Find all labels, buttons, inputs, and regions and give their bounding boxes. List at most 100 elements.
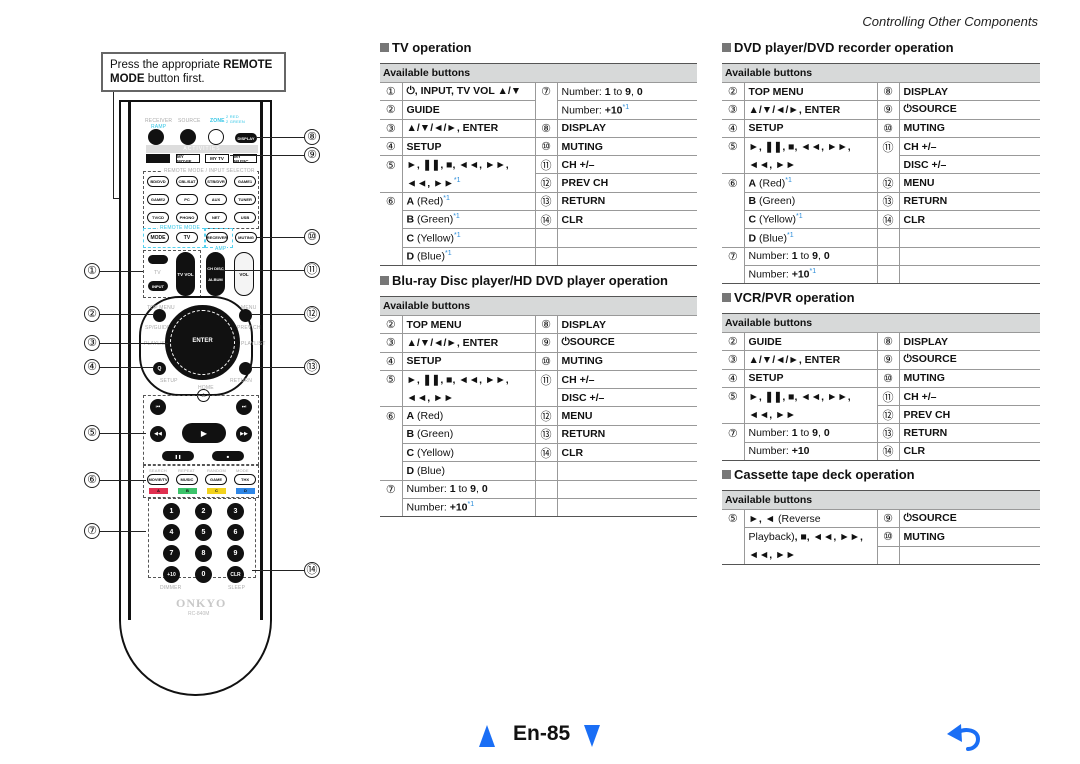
- button-cell: ►, ❚❚, ■, ◄◄, ►►,: [402, 370, 536, 389]
- callout-marker: ⑨: [304, 147, 320, 163]
- table-header: Available buttons: [380, 296, 697, 316]
- callout-number: ④: [380, 352, 403, 371]
- table-row: ⑤ ►, ❚❚, ■, ◄◄, ►►, ⑪ CH +/–: [380, 155, 697, 175]
- section-bullet-icon: [722, 293, 731, 302]
- cell-text: CH +/–: [903, 140, 937, 153]
- input-selector-button: BD/DVD: [147, 176, 169, 187]
- cell-text: ►, ❚❚, ■, ◄◄, ►►,: [406, 373, 509, 386]
- next-page-arrow-icon[interactable]: [584, 725, 600, 747]
- input-selector-button: STB/DVR: [205, 176, 227, 187]
- callout-line: [100, 531, 146, 532]
- input-selector-button: PHONO: [176, 212, 198, 223]
- button-cell: RETURN: [557, 192, 697, 212]
- cell-text: B (Green): [748, 195, 796, 208]
- input-selector-button: TV/CD: [147, 212, 169, 223]
- button-cell: MUTING: [899, 527, 1040, 547]
- table-row: ① ⏻, INPUT, TV VOL ▲/▼ ⑦ Number: 1 to 9, 0: [380, 82, 697, 102]
- callout-line: [257, 137, 304, 138]
- brand-logo: ONKYO: [176, 596, 227, 610]
- section-title: Blu-ray Disc player/HD DVD player operat…: [380, 273, 697, 288]
- button-cell: D (Blue)*1: [744, 228, 878, 248]
- section-title: VCR/PVR operation: [722, 290, 1040, 305]
- section-title-text: Blu-ray Disc player/HD DVD player operat…: [392, 273, 668, 288]
- footnote-ref: *1: [443, 195, 450, 203]
- button-cell: PREV CH: [899, 405, 1040, 425]
- callout-line: [257, 237, 304, 238]
- input-selector-button: USB: [234, 212, 256, 223]
- button-cell: MUTING: [557, 352, 697, 371]
- cell-text: ⏻SOURCE: [903, 103, 957, 116]
- callout-number: [380, 210, 403, 229]
- number-button: 0: [195, 566, 212, 583]
- number-button: 9: [227, 545, 244, 562]
- tv-buttons-table: Available buttons ① ⏻, INPUT, TV VOL ▲/▼ ⑦ N…: [380, 63, 697, 266]
- cell-text: MUTING: [561, 140, 603, 153]
- cell-text: ◄◄, ►►: [748, 548, 796, 561]
- callout-number: ②: [380, 315, 403, 335]
- callout-line: [230, 155, 304, 156]
- button-cell: ▲/▼/◄/►, ENTER: [402, 333, 536, 353]
- tv-vol-rocker: TV VOL: [176, 252, 195, 296]
- button-cell: ▲/▼/◄/►, ENTER: [744, 100, 878, 120]
- callout-number: [876, 247, 900, 266]
- callout-number: [722, 527, 745, 547]
- button-cell: DISPLAY: [557, 119, 697, 138]
- listening-sub-label: SEARCH: [149, 468, 167, 473]
- previous-page-arrow-icon[interactable]: [479, 725, 495, 747]
- button-cell: DISPLAY: [899, 82, 1040, 102]
- tv-operation-section: TV operation Available buttons ① ⏻, INPUT,…: [380, 40, 697, 266]
- my-tv-button: MY TV: [205, 154, 229, 163]
- cell-text: Number: +10: [748, 268, 810, 281]
- playlist-label: PLAYLIST: [241, 341, 266, 347]
- button-cell: [557, 480, 697, 499]
- cell-text: GUIDE: [748, 335, 782, 348]
- cell-text: MENU: [903, 177, 935, 190]
- callout-number: [380, 173, 403, 193]
- number-button: 4: [163, 524, 180, 541]
- button-cell: Playback), ■, ◄◄, ►►,: [744, 527, 878, 547]
- cell-text: TOP MENU: [406, 318, 462, 331]
- cell-text: ⏻SOURCE: [903, 353, 957, 366]
- prev-ch-label: PREV CH: [237, 325, 261, 331]
- callout-number: ⑩: [534, 137, 558, 157]
- callout-number: ⑩: [534, 352, 558, 371]
- cell-text: ▲/▼/◄/►, ENTER: [748, 103, 841, 116]
- callout-number: ④: [380, 137, 403, 157]
- cell-text: PREV CH: [561, 177, 609, 190]
- q-label: Q: [157, 365, 162, 372]
- callout-number: ③: [380, 119, 403, 138]
- cell-text: Number: +10: [748, 445, 810, 458]
- callout-number: [534, 498, 558, 518]
- callout-number: ⑬: [534, 425, 558, 445]
- cell-text: ◄◄, ►►: [748, 408, 796, 421]
- play-button: ▶: [182, 423, 226, 443]
- return-arrow-icon[interactable]: [944, 722, 984, 752]
- number-button: 7: [163, 545, 180, 562]
- callout-number: ⑭: [876, 442, 900, 462]
- note-text: button first.: [144, 73, 205, 85]
- callout-number: ⑧: [534, 119, 558, 138]
- callout-number: [534, 461, 558, 481]
- callout-number: [380, 247, 403, 266]
- button-cell: Number: +10*1: [744, 265, 878, 285]
- button-cell: ◄◄, ►►*1: [402, 173, 536, 193]
- table-header: Available buttons: [722, 63, 1040, 83]
- button-cell: [557, 228, 697, 248]
- table-row: ③ ▲/▼/◄/►, ENTER ⑨ ⏻SOURCE: [380, 333, 697, 353]
- callout-number: ⑨: [876, 509, 900, 529]
- table-row: D (Blue)*1: [380, 247, 697, 266]
- button-cell: DISPLAY: [899, 332, 1040, 352]
- button-cell: C (Yellow)*1: [744, 210, 878, 230]
- button-cell: A (Red)*1: [402, 192, 536, 212]
- cell-text: ⏻SOURCE: [903, 512, 957, 525]
- listening-sub-label: RANDOM: [207, 468, 226, 473]
- callout-number: ⑭: [534, 443, 558, 463]
- pause-button: ❚❚: [162, 451, 194, 461]
- button-cell: CH +/–: [557, 370, 697, 390]
- callout-number: ⑦: [380, 480, 403, 499]
- zone-button: [208, 129, 224, 145]
- enter-label: ENTER: [192, 338, 213, 344]
- listening-sub-label: REPEAT: [178, 468, 195, 473]
- cell-text: ▲/▼/◄/►, ENTER: [406, 122, 499, 135]
- button-cell: ◄◄, ►►: [744, 155, 878, 175]
